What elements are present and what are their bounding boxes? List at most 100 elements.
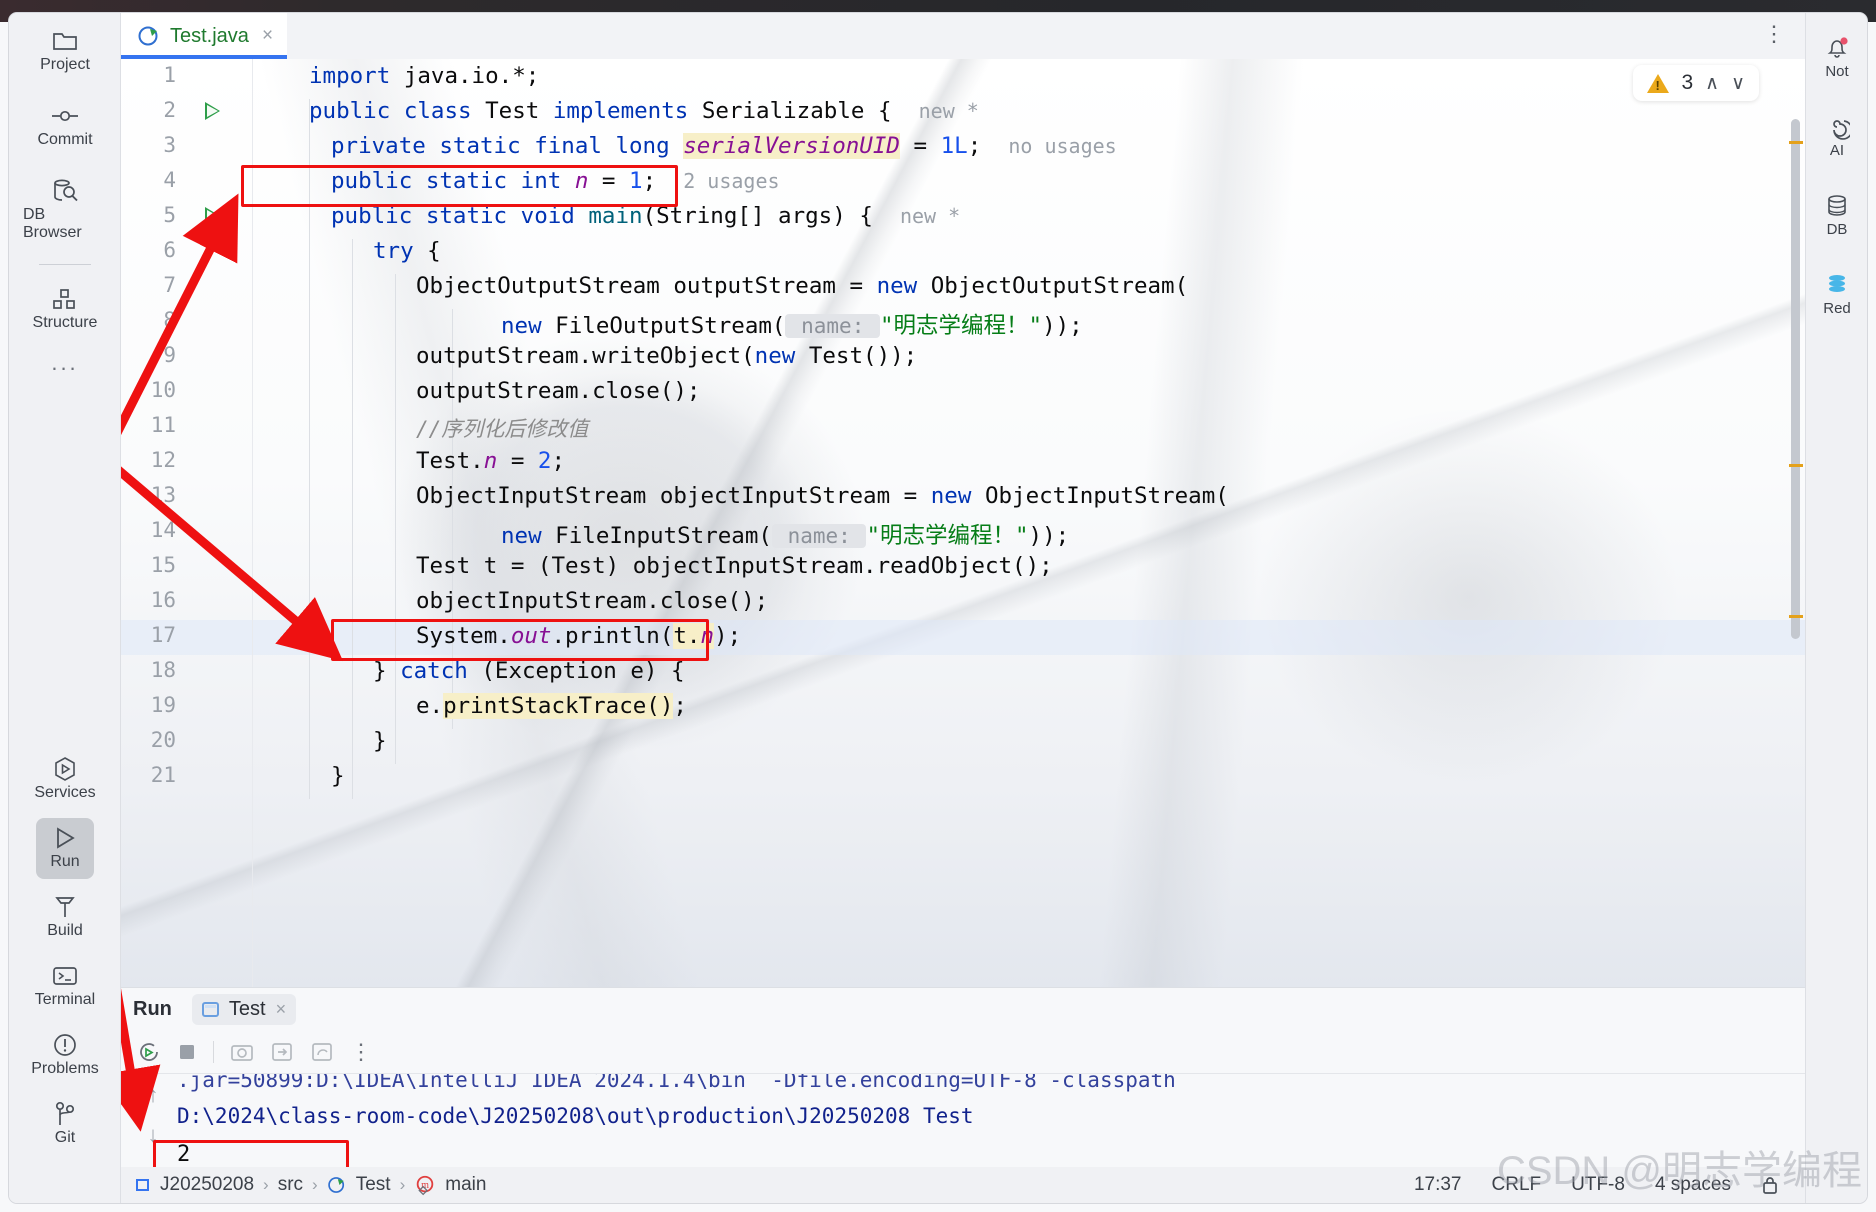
sidebar-item-notifications[interactable]: Not <box>1806 27 1867 88</box>
line-number: 19 <box>150 693 176 717</box>
close-icon[interactable]: × <box>276 999 287 1020</box>
console-line: D:\2024\class-room-code\J20250208\out\pr… <box>177 1104 974 1128</box>
editor-marker-strip[interactable] <box>1785 59 1805 987</box>
sidebar-item-label: Project <box>40 56 90 73</box>
structure-icon <box>52 286 78 312</box>
sidebar-item-terminal[interactable]: Terminal <box>9 956 121 1017</box>
stop-icon[interactable] <box>177 1042 197 1062</box>
terminal-icon <box>52 963 78 989</box>
warning-marker[interactable] <box>1789 141 1803 144</box>
status-line-separator[interactable]: CRLF <box>1492 1174 1542 1196</box>
sidebar-item-services[interactable]: Services <box>9 749 121 810</box>
sidebar-item-label: Run <box>50 853 80 870</box>
sidebar-item-run[interactable]: Run <box>9 818 121 879</box>
ai-assistant-icon <box>1824 114 1850 140</box>
sidebar-item-problems[interactable]: Problems <box>9 1025 121 1086</box>
status-indent[interactable]: 4 spaces <box>1655 1174 1731 1196</box>
more-options-icon[interactable]: ⋮ <box>1763 23 1785 45</box>
code-line-9: outputStream.writeObject(new Test()); <box>416 343 918 369</box>
toolbar-divider <box>213 1040 214 1063</box>
line-number: 4 <box>163 168 176 192</box>
db-browser-icon <box>51 178 79 204</box>
line-number: 10 <box>150 378 176 402</box>
java-class-run-icon <box>137 24 161 48</box>
camera-icon[interactable] <box>230 1041 254 1063</box>
close-icon[interactable]: × <box>262 25 273 47</box>
editor-gutter[interactable]: 1 2 3 4 5 6 7 8 9 10 11 12 13 14 15 16 1 <box>121 59 253 987</box>
status-encoding[interactable]: UTF-8 <box>1571 1174 1625 1196</box>
code-line-16: objectInputStream.close(); <box>416 588 769 614</box>
module-icon <box>135 1177 151 1193</box>
run-config-tab[interactable]: Test × <box>191 993 297 1025</box>
inspection-widget[interactable]: 3 ∧ ∨ <box>1633 65 1759 101</box>
tab-label: Test.java <box>170 24 249 47</box>
lock-icon[interactable] <box>1761 1175 1779 1195</box>
sidebar-item-label: DB <box>1826 221 1848 238</box>
problems-icon <box>52 1032 78 1058</box>
code-editor[interactable]: 1 2 3 4 5 6 7 8 9 10 11 12 13 14 15 16 1 <box>121 59 1805 987</box>
status-bar: J20250208 › src › Test › m main 17:37 CR… <box>121 1167 1805 1203</box>
sidebar-item-label: Build <box>47 922 83 939</box>
line-number: 12 <box>150 448 176 472</box>
ide-window: Project Commit DB Browser Structure ... … <box>0 0 1876 1212</box>
console-side-controls: ↑ ↓ › <box>131 1074 175 1187</box>
breadcrumb-separator: › <box>263 1175 269 1194</box>
chevron-down-icon[interactable]: ∨ <box>1731 72 1745 95</box>
code-line-11: //序列化后修改值 <box>416 417 589 441</box>
code-line-13: ObjectInputStream objectInputStream = ne… <box>416 483 1229 509</box>
code-line-17: System.out.println(t.n); <box>416 623 742 649</box>
database-icon <box>1824 193 1850 219</box>
tab-test-java[interactable]: Test.java × <box>121 13 288 59</box>
console-line: .jar=50899:D:\IDEA\IntelliJ IDEA 2024.1.… <box>177 1074 1176 1092</box>
breadcrumb: J20250208 › src › Test › m main <box>121 1174 486 1196</box>
profile-icon[interactable] <box>310 1041 334 1063</box>
sidebar-item-project[interactable]: Project <box>9 21 121 82</box>
chevron-up-icon[interactable]: ∧ <box>1705 72 1719 95</box>
breadcrumb-item-module[interactable]: J20250208 <box>160 1174 254 1196</box>
folder-icon <box>52 28 78 54</box>
more-icon[interactable]: ... <box>9 350 121 376</box>
scroll-down-icon[interactable]: ↓ <box>148 1122 159 1148</box>
code-line-14: new FileInputStream( name: "明志学编程！")); <box>501 523 1070 549</box>
code-line-2: public class Test implements Serializabl… <box>309 98 979 124</box>
sidebar-item-commit[interactable]: Commit <box>9 96 121 157</box>
sidebar-item-label: Not <box>1825 63 1849 80</box>
warning-marker[interactable] <box>1789 464 1803 467</box>
breadcrumb-item-method[interactable]: main <box>445 1174 486 1196</box>
run-window-header: Run Test × <box>121 988 1805 1030</box>
sidebar-item-database[interactable]: DB <box>1806 185 1867 246</box>
breadcrumb-item-src[interactable]: src <box>278 1174 303 1196</box>
code-line-6: try { <box>373 238 441 264</box>
left-tool-rail: Project Commit DB Browser Structure ... … <box>9 13 121 1203</box>
status-bar-right: 17:37 CRLF UTF-8 4 spaces <box>1414 1174 1805 1196</box>
code-line-19: e.printStackTrace(); <box>416 693 687 719</box>
redis-icon <box>1824 272 1850 298</box>
editor-scrollbar-thumb[interactable] <box>1791 119 1800 639</box>
sidebar-item-db-browser[interactable]: DB Browser <box>9 171 121 250</box>
breadcrumb-separator: › <box>399 1175 406 1194</box>
export-icon[interactable] <box>270 1041 294 1063</box>
code-line-8: new FileOutputStream( name: "明志学编程！")); <box>501 313 1083 339</box>
more-options-icon[interactable]: ⋮ <box>350 1039 372 1065</box>
warning-triangle-icon <box>1647 73 1670 93</box>
code-line-20: } <box>373 728 387 754</box>
warning-marker[interactable] <box>1789 615 1803 618</box>
sidebar-item-git[interactable]: Git <box>9 1094 121 1155</box>
code-line-1: import java.io.*; <box>309 63 540 89</box>
sidebar-item-build[interactable]: Build <box>9 887 121 948</box>
code-line-4: public static int n = 1; 2 usages <box>331 168 780 194</box>
sidebar-item-label: Problems <box>31 1060 99 1077</box>
sidebar-item-redis[interactable]: Red <box>1806 264 1867 325</box>
rerun-icon[interactable] <box>137 1040 161 1064</box>
indent-guide <box>395 274 396 764</box>
line-number: 3 <box>163 133 176 157</box>
line-number: 11 <box>150 413 176 437</box>
line-number: 20 <box>150 728 176 752</box>
sidebar-item-structure[interactable]: Structure <box>9 279 121 340</box>
console-line-result: 2 <box>177 1142 191 1167</box>
editor-tab-bar: Test.java × ⋮ <box>121 13 1805 59</box>
console-output[interactable]: .jar=50899:D:\IDEA\IntelliJ IDEA 2024.1.… <box>177 1074 1783 1167</box>
scroll-up-icon[interactable]: ↑ <box>148 1082 159 1108</box>
breadcrumb-item-class[interactable]: Test <box>356 1174 391 1196</box>
sidebar-item-ai[interactable]: AI <box>1806 106 1867 167</box>
